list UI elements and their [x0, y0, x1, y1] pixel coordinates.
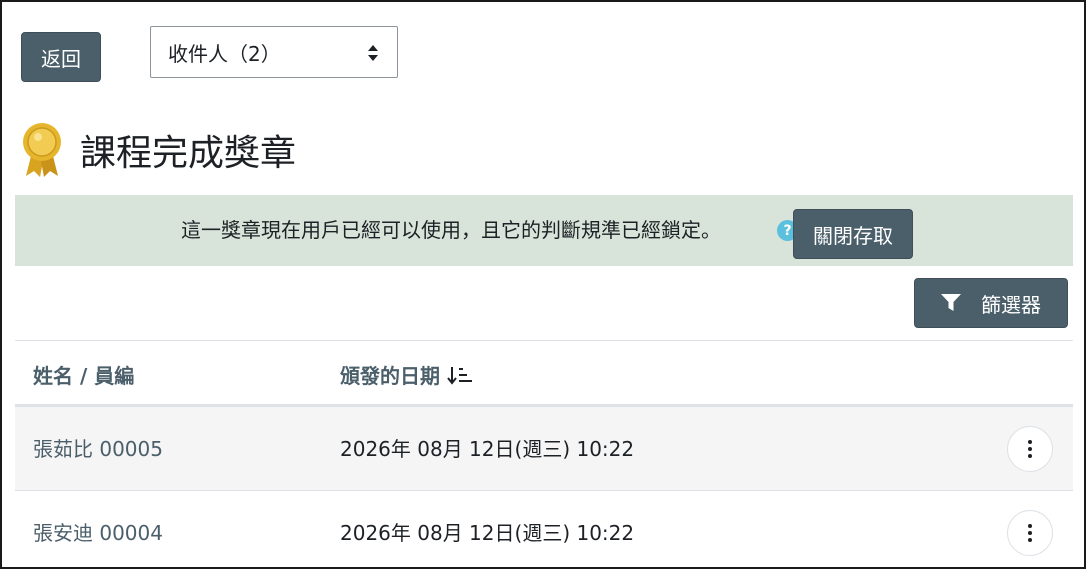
divider	[15, 340, 1073, 341]
recipient-name-link[interactable]: 張茹比 00005	[33, 407, 163, 491]
medal-icon	[23, 123, 61, 177]
column-header-date[interactable]: 頒發的日期	[340, 360, 473, 389]
column-header-date-label: 頒發的日期	[340, 364, 440, 388]
back-button[interactable]: 返回	[21, 32, 101, 82]
kebab-dot	[1028, 447, 1032, 451]
kebab-dot	[1028, 440, 1032, 444]
filter-label: 篩選器	[981, 292, 1041, 317]
status-notice: 這一獎章現在用戶已經可以使用，且它的判斷規準已經鎖定。 ? 關閉存取	[15, 195, 1073, 266]
recipient-name-link[interactable]: 張安迪 00004	[33, 491, 163, 567]
kebab-dot	[1028, 538, 1032, 542]
kebab-dot	[1028, 524, 1032, 528]
sort-descending-icon	[447, 366, 472, 385]
filter-button[interactable]: 篩選器	[914, 278, 1068, 328]
badge-header: 課程完成獎章	[22, 120, 296, 180]
column-header-name[interactable]: 姓名 / 員編	[33, 360, 134, 389]
table-row: 張安迪 00004 2026年 08月 12日(週三) 10:22	[15, 491, 1073, 567]
filter-icon	[941, 294, 961, 311]
column-header-name-label: 姓名 / 員編	[33, 364, 135, 388]
date-issued: 2026年 08月 12日(週三) 10:22	[340, 437, 635, 461]
kebab-dot	[1028, 454, 1032, 458]
page-frame: 返回 收件人（2） 課程完成獎章 這一獎章現在用戶已經可以使用，且它的判斷規準已…	[0, 0, 1086, 569]
kebab-dot	[1028, 531, 1032, 535]
page-title: 課程完成獎章	[80, 133, 297, 174]
disable-access-button[interactable]: 關閉存取	[793, 209, 913, 259]
notice-text: 這一獎章現在用戶已經可以使用，且它的判斷規準已經鎖定。	[181, 218, 721, 242]
recipients-select-value: 收件人（2）	[168, 41, 281, 66]
sort-arrows-icon	[368, 45, 378, 61]
recipients-select[interactable]: 收件人（2）	[150, 26, 398, 78]
row-actions-button[interactable]	[1007, 426, 1053, 472]
date-issued: 2026年 08月 12日(週三) 10:22	[340, 521, 635, 545]
row-actions-button[interactable]	[1007, 510, 1053, 556]
table-row: 張茹比 00005 2026年 08月 12日(週三) 10:22	[15, 407, 1073, 491]
